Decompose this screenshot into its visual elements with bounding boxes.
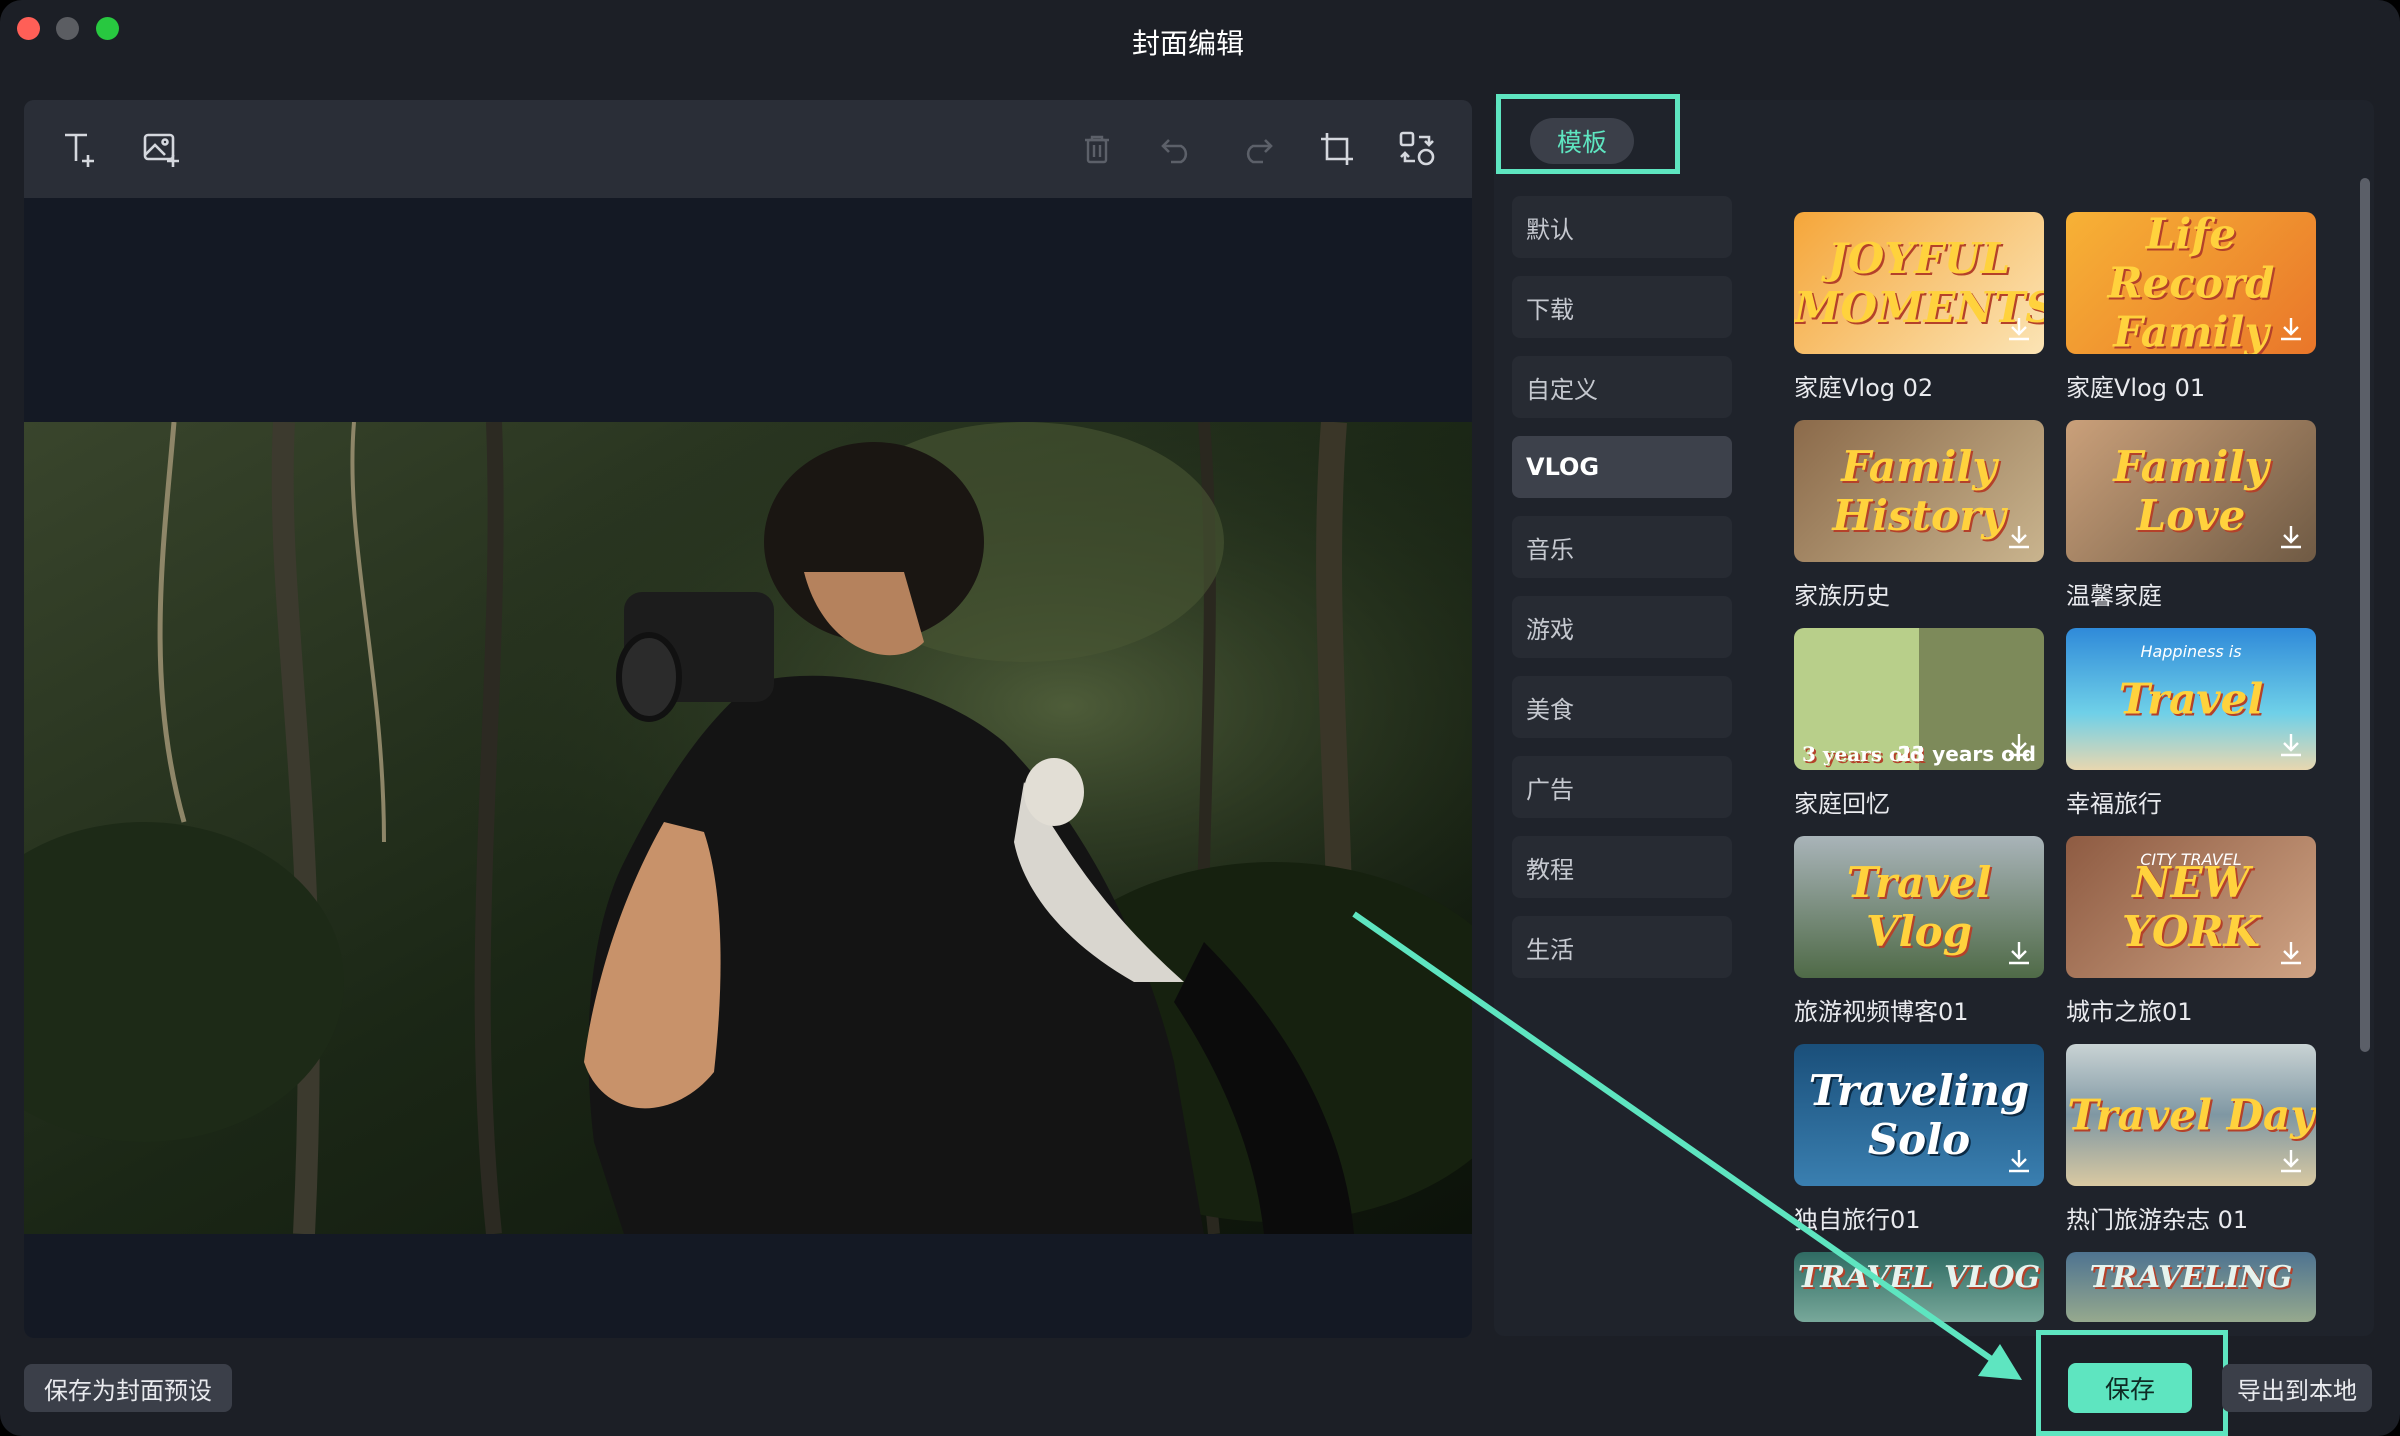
download-icon[interactable]: [2004, 522, 2034, 552]
window-title: 封面编辑: [1131, 27, 1244, 60]
download-icon[interactable]: [2004, 314, 2034, 344]
template-thumbnail-text: TRAVELING: [2089, 1260, 2293, 1295]
category-item[interactable]: 教程: [1512, 836, 1732, 898]
template-thumbnail: TRAVELING: [2066, 1252, 2316, 1322]
template-thumbnail-text: Travel Day: [2067, 1090, 2315, 1140]
template-thumbnail-text: TRAVEL VLOG: [1797, 1260, 2041, 1295]
template-card[interactable]: Life Record Family 家庭Vlog 01: [2066, 212, 2316, 403]
template-thumbnail: NEW YORK CITY TRAVEL: [2066, 836, 2316, 978]
template-card[interactable]: TRAVEL VLOG: [1794, 1252, 2044, 1322]
template-thumbnail: JOYFUL MOMENTS: [1794, 212, 2044, 354]
template-card[interactable]: 3 years old 23 years old 家庭回忆: [1794, 628, 2044, 819]
template-thumbnail: Travel Day: [2066, 1044, 2316, 1186]
template-thumbnail: Traveling Solo: [1794, 1044, 2044, 1186]
template-label: 温馨家庭: [2066, 582, 2162, 610]
download-icon[interactable]: [2004, 730, 2034, 760]
category-item[interactable]: 默认: [1512, 196, 1732, 258]
template-label: 家庭Vlog 01: [2066, 374, 2206, 402]
download-icon[interactable]: [2276, 1146, 2306, 1176]
template-label: 热门旅游杂志 01: [2066, 1206, 2249, 1234]
download-icon[interactable]: [2004, 1146, 2034, 1176]
template-thumbnail: Life Record Family: [2066, 212, 2316, 354]
download-icon[interactable]: [2276, 730, 2306, 760]
redo-icon[interactable]: [1234, 126, 1280, 172]
category-item[interactable]: 生活: [1512, 916, 1732, 978]
crop-icon[interactable]: [1314, 126, 1360, 172]
canvas-stage: [24, 198, 1472, 1338]
category-item[interactable]: 下载: [1512, 276, 1732, 338]
category-item[interactable]: 自定义: [1512, 356, 1732, 418]
tab-highlight-box: [1496, 94, 1680, 174]
trash-icon[interactable]: [1074, 126, 1120, 172]
template-label: 家族历史: [1794, 582, 1890, 610]
save-button[interactable]: 保存: [2068, 1363, 2192, 1413]
template-thumbnail-subtext: Happiness is: [2140, 642, 2242, 661]
template-thumbnail-subtext: CITY TRAVEL: [2140, 850, 2242, 869]
category-item[interactable]: 广告: [1512, 756, 1732, 818]
replace-icon[interactable]: [1394, 126, 1440, 172]
template-thumbnail: TRAVEL VLOG: [1794, 1252, 2044, 1322]
text-add-icon[interactable]: [58, 126, 104, 172]
template-scrollbar[interactable]: [2360, 178, 2370, 1052]
download-icon[interactable]: [2276, 938, 2306, 968]
template-card[interactable]: NEW YORK CITY TRAVEL 城市之旅01: [2066, 836, 2316, 1027]
cover-image[interactable]: [24, 422, 1472, 1234]
template-card[interactable]: Family Love 温馨家庭: [2066, 420, 2316, 611]
template-label: 独自旅行01: [1794, 1206, 1921, 1234]
download-icon[interactable]: [2276, 314, 2306, 344]
template-label: 城市之旅01: [2066, 998, 2193, 1026]
template-thumbnail: Family History: [1794, 420, 2044, 562]
title-bar: 封面编辑: [0, 0, 2400, 84]
template-label: 家庭Vlog 02: [1794, 374, 1934, 402]
template-thumbnail: Travel Happiness is: [2066, 628, 2316, 770]
category-item[interactable]: 美食: [1512, 676, 1732, 738]
template-thumbnail: Family Love: [2066, 420, 2316, 562]
undo-icon[interactable]: [1154, 126, 1200, 172]
template-thumbnail-text: Travel: [2118, 674, 2264, 724]
save-as-preset-button[interactable]: 保存为封面预设: [24, 1364, 232, 1412]
category-item[interactable]: 游戏: [1512, 596, 1732, 658]
cover-editor-window: 封面编辑 保存为封面预设 模板 默认 下载 自定义 VLOG 音乐 游戏 美食 …: [0, 0, 2400, 1436]
download-icon[interactable]: [2276, 522, 2306, 552]
export-local-button[interactable]: 导出到本地: [2222, 1364, 2372, 1412]
download-icon[interactable]: [2004, 938, 2034, 968]
image-add-icon[interactable]: [138, 126, 184, 172]
category-item[interactable]: 音乐: [1512, 516, 1732, 578]
template-card[interactable]: TRAVELING: [2066, 1252, 2316, 1322]
template-card[interactable]: Traveling Solo 独自旅行01: [1794, 1044, 2044, 1235]
template-card[interactable]: JOYFUL MOMENTS 家庭Vlog 02: [1794, 212, 2044, 403]
template-label: 旅游视频博客01: [1794, 998, 1969, 1026]
cover-editor-area: [24, 100, 1472, 1338]
editor-toolbar: [24, 100, 1472, 198]
template-thumbnail: Travel Vlog: [1794, 836, 2044, 978]
template-card[interactable]: Travel Happiness is 幸福旅行: [2066, 628, 2316, 819]
template-card[interactable]: Family History 家族历史: [1794, 420, 2044, 611]
template-card[interactable]: Travel Vlog 旅游视频博客01: [1794, 836, 2044, 1027]
template-thumbnail: 3 years old 23 years old: [1794, 628, 2044, 770]
template-label: 家庭回忆: [1794, 790, 1890, 818]
template-label: 幸福旅行: [2066, 790, 2162, 818]
category-item[interactable]: VLOG: [1512, 436, 1732, 498]
template-card[interactable]: Travel Day 热门旅游杂志 01: [2066, 1044, 2316, 1235]
